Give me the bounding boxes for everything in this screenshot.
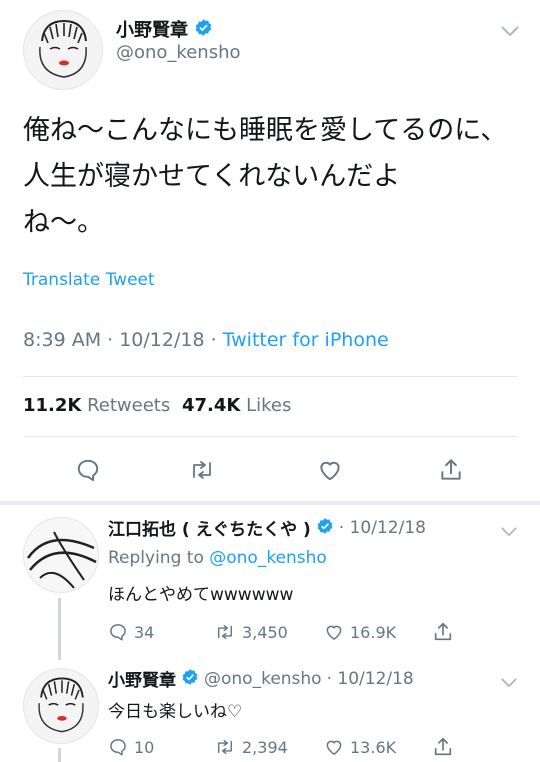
verified-icon <box>181 668 199 690</box>
author-handle[interactable]: @ono_kensho <box>116 42 241 63</box>
thread-line <box>58 748 61 762</box>
reply-date: · 10/12/18 <box>326 668 414 689</box>
like-icon <box>320 461 340 481</box>
share-button[interactable] <box>432 736 454 758</box>
verified-icon <box>194 18 213 41</box>
like-count: 16.9K <box>350 622 397 642</box>
tweet-time: 8:39 AM · 10/12/18 · <box>23 329 223 351</box>
chevron-down-icon[interactable] <box>500 522 518 541</box>
likes-count: 47.4K <box>181 395 241 416</box>
avatar-drawing <box>39 19 87 78</box>
thread-line <box>58 598 61 660</box>
verified-icon <box>316 517 334 539</box>
tweet-text-line: ね～。 <box>23 207 104 238</box>
retweet-icon <box>218 625 232 639</box>
likes-stat[interactable]: 47.4K Likes <box>182 395 291 416</box>
reply-avatar[interactable] <box>23 517 99 593</box>
like-button[interactable]: 13.6K <box>324 737 396 757</box>
reply-text: ほんとやめてwwwwww <box>108 585 294 605</box>
like-icon <box>326 625 342 640</box>
chevron-down-icon[interactable] <box>500 22 520 41</box>
reply-avatar[interactable] <box>23 668 99 744</box>
chevron-down-icon[interactable] <box>500 673 518 692</box>
retweet-button[interactable] <box>184 452 220 488</box>
tweet-timestamp: 8:39 AM · 10/12/18 · Twitter for iPhone <box>23 329 389 351</box>
share-button[interactable] <box>433 452 469 488</box>
retweet-icon <box>193 461 211 479</box>
like-count: 13.6K <box>350 737 397 757</box>
replying-to: Replying to @ono_kensho <box>108 548 327 568</box>
likes-label: Likes <box>246 395 292 416</box>
reply-icon <box>110 624 126 641</box>
tweet-text-line: 人生が寝かせてくれないんだよ <box>23 161 401 192</box>
tweet-source-link[interactable]: Twitter for iPhone <box>223 329 389 351</box>
reply-count: 10 <box>134 737 155 757</box>
retweet-button[interactable]: 3,450 <box>214 622 288 642</box>
engagement-stats: 11.2K Retweets 47.4K Likes <box>23 395 291 416</box>
tweet-text: 俺ね～こんなにも睡眠を愛してるのに、 人生が寝かせてくれないんだよ ね～。 <box>23 108 523 246</box>
like-icon <box>326 740 342 755</box>
share-button[interactable] <box>432 621 454 643</box>
reply-author-handle[interactable]: @ono_kensho <box>204 669 322 689</box>
retweet-count: 2,394 <box>242 737 288 757</box>
share-icon <box>434 737 452 756</box>
retweets-stat[interactable]: 11.2K Retweets <box>23 395 176 416</box>
replying-to-handle[interactable]: @ono_kensho <box>209 548 327 568</box>
retweets-count: 11.2K <box>23 395 82 416</box>
reply-count: 34 <box>134 622 155 642</box>
reply-author-name[interactable]: 江口拓也 ( えぐちたくや ) <box>108 515 311 540</box>
reply-button[interactable]: 10 <box>108 737 154 757</box>
retweet-icon <box>218 740 232 754</box>
tweet-text-line: 俺ね～こんなにも睡眠を愛してるのに、 <box>23 115 508 146</box>
like-button[interactable]: 16.9K <box>324 622 396 642</box>
section-divider <box>0 501 540 505</box>
retweets-label: Retweets <box>87 395 171 416</box>
author-name[interactable]: 小野賢章 <box>116 16 188 42</box>
reply-button[interactable] <box>70 452 106 488</box>
author-avatar[interactable] <box>23 10 103 90</box>
translate-tweet-link[interactable]: Translate Tweet <box>23 270 155 290</box>
reply-text: 今日も楽しいね♡ <box>108 702 243 722</box>
reply-icon <box>110 739 126 756</box>
replying-to-label: Replying to <box>108 548 204 568</box>
retweet-button[interactable]: 2,394 <box>214 737 288 757</box>
reply-button[interactable]: 34 <box>108 622 154 642</box>
reply-icon <box>77 459 99 482</box>
share-icon <box>434 622 452 641</box>
share-icon <box>441 459 461 480</box>
reply-date: · 10/12/18 <box>338 517 426 538</box>
retweet-count: 3,450 <box>242 622 288 642</box>
reply-author-name[interactable]: 小野賢章 <box>108 666 176 691</box>
divider <box>23 376 517 377</box>
divider <box>23 436 517 437</box>
avatar-drawing <box>38 677 84 733</box>
like-button[interactable] <box>312 452 348 488</box>
reply-avatar-drawing <box>26 531 97 589</box>
